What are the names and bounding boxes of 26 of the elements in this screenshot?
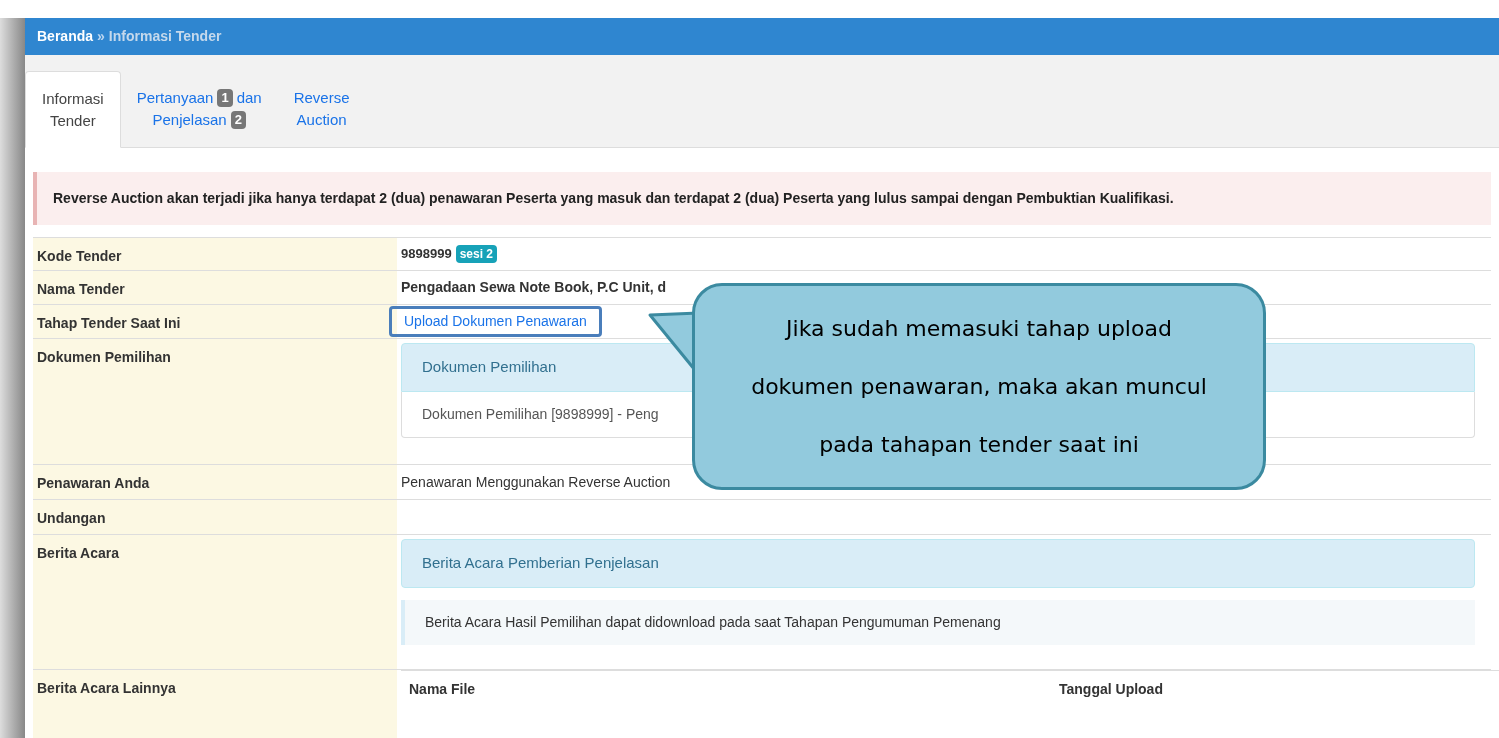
row-label: Tahap Tender Saat Ini — [33, 305, 397, 338]
stage-link[interactable]: Upload Dokumen Penawaran — [389, 306, 602, 337]
breadcrumb-link[interactable]: Informasi Tender — [108, 26, 222, 47]
count-badge: 2 — [230, 111, 246, 129]
row-label: Undangan — [33, 500, 397, 534]
tab[interactable]: Reverse Auction — [277, 71, 366, 147]
row-label: Penawaran Anda — [33, 465, 397, 499]
row-label: Berita Acara — [33, 535, 397, 669]
row-label: Nama Tender — [33, 271, 397, 304]
panel-heading: Berita Acara Pemberian Penjelasan — [401, 539, 1475, 588]
row-label: Dokumen Pemilihan — [33, 339, 397, 464]
column-header: Tanggal Upload — [1058, 680, 1164, 699]
offer-text: Penawaran Menggunakan Reverse Auction — [401, 472, 671, 492]
tab[interactable]: Informasi Tender — [25, 71, 121, 148]
tender-name: Pengadaan Sewa Note Book, P.C Unit, d — [401, 278, 666, 297]
breadcrumb-separator: » — [97, 27, 105, 46]
info-note: Berita Acara Hasil Pemilihan dapat didownload pada saat Tahapan Pengumuman Pemenang — [401, 599, 1475, 645]
alert-message: Reverse Auction akan terjadi jika hanya terdapat 2 (dua) penawaran Peserta yang masuk dan terdapat 2 (dua) Peserta yang lulus sampai dengan Pembuktian Kualifikasi. — [33, 172, 1491, 225]
row-label: Berita Acara Lainnya — [33, 670, 397, 738]
column-header: Nama File — [408, 680, 477, 699]
breadcrumb-link[interactable]: Beranda — [37, 26, 94, 47]
tender-code: 9898999 — [401, 245, 452, 264]
session-badge: sesi 2 — [455, 245, 497, 263]
count-badge: 1 — [217, 89, 233, 107]
row-label: Kode Tender — [33, 238, 397, 270]
tab[interactable]: Pertanyaan 1 dan Penjelasan 2 — [120, 71, 278, 147]
